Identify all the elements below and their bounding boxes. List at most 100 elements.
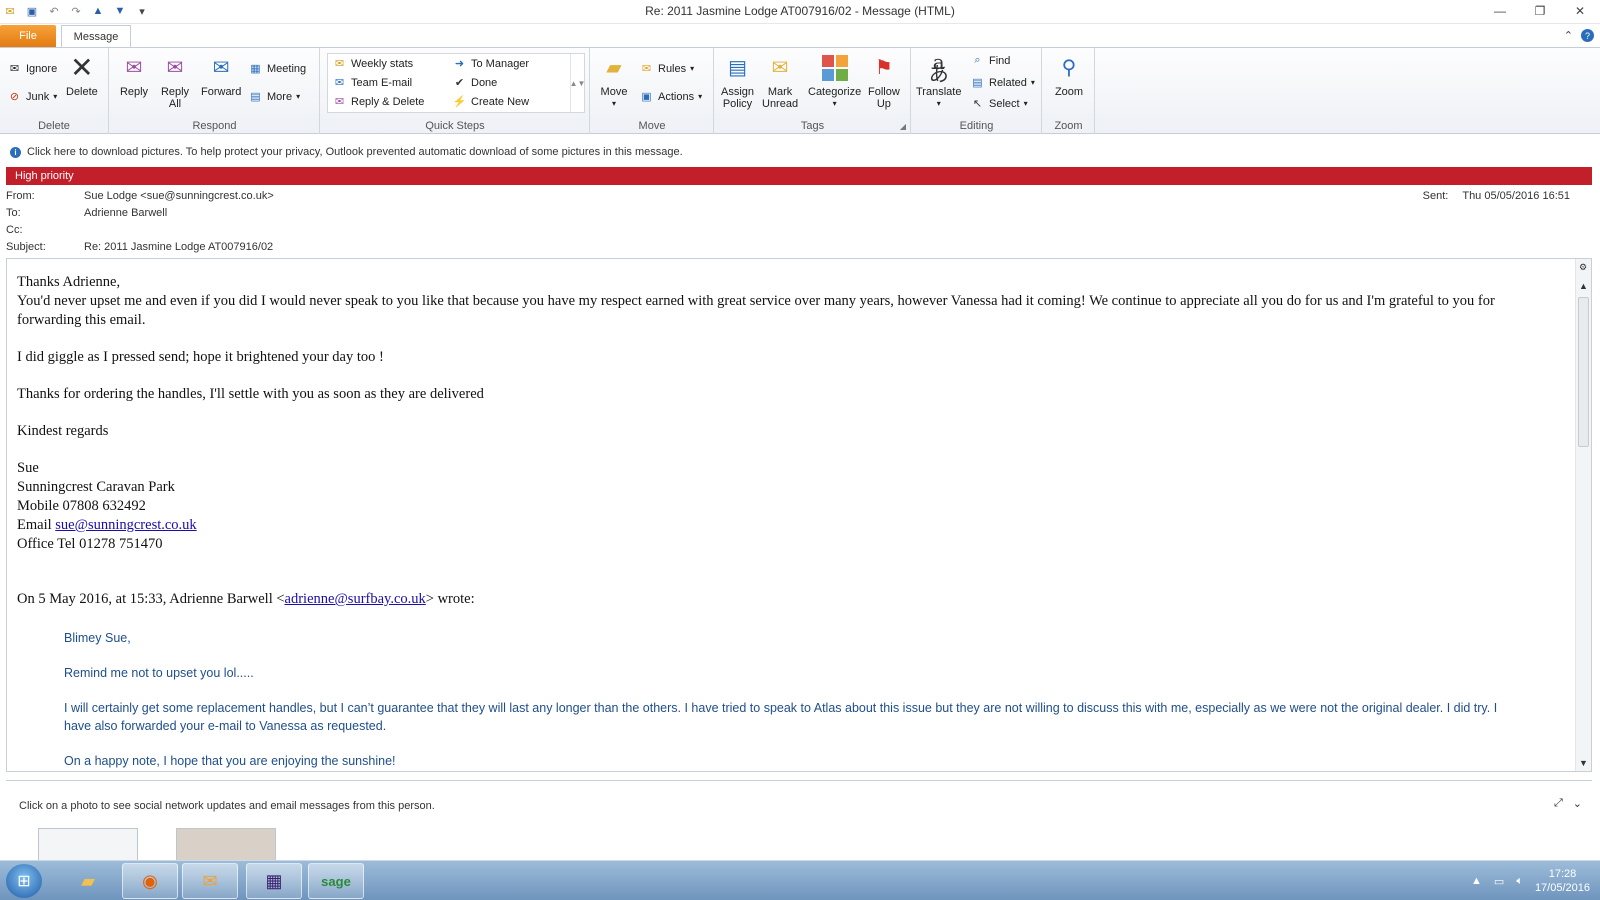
signature-email-link[interactable]: sue@sunningcrest.co.uk bbox=[55, 517, 196, 533]
actions-label: Actions bbox=[658, 90, 695, 103]
body-scrollbar[interactable]: ⚙ ▲ ▼ bbox=[1575, 259, 1591, 771]
mark-unread-button[interactable]: ✉ Mark Unread bbox=[762, 53, 798, 110]
cc-label: Cc: bbox=[6, 223, 23, 236]
scroll-thumb[interactable] bbox=[1578, 297, 1589, 447]
delete-group-label: Delete bbox=[38, 120, 70, 132]
forward-button[interactable]: ✉ Forward bbox=[201, 53, 241, 98]
minimize-ribbon-icon[interactable]: ⌃ bbox=[1564, 29, 1573, 42]
expand-icon[interactable]: ⤢ bbox=[1554, 797, 1563, 810]
quickstep-label: Team E-mail bbox=[351, 76, 413, 89]
quickstep-done[interactable]: ✔ Done bbox=[452, 75, 497, 90]
actions-button[interactable]: ▣ Actions ▾ bbox=[639, 89, 702, 104]
related-button[interactable]: ▤ Related ▾ bbox=[970, 75, 1035, 90]
quote-email-link[interactable]: adrienne@surfbay.co.uk bbox=[285, 591, 426, 607]
tags-group: ▤ Assign Policy ✉ Mark Unread Categorize… bbox=[715, 48, 911, 134]
taskbar-explorer[interactable]: ▰ bbox=[60, 863, 116, 899]
quickstep-label: To Manager bbox=[471, 57, 530, 70]
junk-icon: ⊘ bbox=[9, 91, 20, 103]
message-body[interactable]: Thanks Adrienne, You'd never upset me an… bbox=[6, 258, 1592, 772]
sender[interactable]: Sue Lodge <sue@sunningcrest.co.uk> bbox=[84, 190, 274, 202]
dialog-launcher-icon[interactable]: ◢ bbox=[900, 122, 906, 131]
quickstep-to-manager[interactable]: ➜ To Manager bbox=[452, 56, 529, 71]
lightning-icon: ⚡ bbox=[452, 96, 467, 108]
meeting-button[interactable]: ▦ Meeting bbox=[248, 61, 306, 76]
reply-button[interactable]: ✉ Reply bbox=[119, 53, 149, 98]
forward-icon: ✉ bbox=[212, 57, 230, 79]
collapse-icon[interactable]: ⌄ bbox=[1573, 797, 1582, 810]
people-pane-controls: ⤢ ⌄ bbox=[1554, 797, 1582, 810]
quote-intro: On 5 May 2016, at 15:33, Adrienne Barwel… bbox=[17, 590, 1557, 609]
editing-group-label: Editing bbox=[959, 120, 994, 132]
show-hidden-icons-icon[interactable]: ▲ bbox=[1471, 875, 1482, 887]
from-label: From: bbox=[6, 189, 35, 202]
recipient[interactable]: Adrienne Barwell bbox=[84, 207, 167, 219]
reply-all-icon: ✉ bbox=[166, 57, 184, 79]
follow-up-label-2: Up bbox=[876, 98, 891, 110]
delete-x-icon: ✕ bbox=[70, 52, 94, 83]
ignore-label: Ignore bbox=[26, 62, 58, 75]
junk-button[interactable]: ⊘ Junk ▾ bbox=[7, 89, 57, 104]
translate-label: Translate bbox=[916, 86, 962, 98]
move-group-label: Move bbox=[638, 120, 666, 132]
outlook-message-window: ✉ ▣ ↶ ↷ ▲ ▼ ▾ Re: 2011 Jasmine Lodge AT0… bbox=[0, 0, 1600, 900]
reply-all-button[interactable]: ✉ Reply All bbox=[160, 53, 190, 110]
download-pictures-infobar[interactable]: i Click here to download pictures. To he… bbox=[0, 143, 1600, 161]
scroll-up-icon[interactable]: ▲ bbox=[1579, 281, 1588, 291]
related-icon: ▤ bbox=[972, 77, 983, 89]
find-button[interactable]: ⌕ Find bbox=[970, 53, 1010, 68]
tab-message[interactable]: Message bbox=[61, 25, 131, 48]
taskbar-firefox[interactable]: ◉ bbox=[122, 863, 178, 899]
quickstep-icon: ✉ bbox=[334, 96, 345, 108]
signature-mobile: Mobile 07808 632492 bbox=[17, 498, 146, 514]
help-icon[interactable]: ? bbox=[1581, 29, 1594, 42]
close-button[interactable]: ✕ bbox=[1560, 0, 1600, 22]
quoted-message: Blimey Sue, Remind me not to upset you l… bbox=[64, 629, 1514, 770]
scroll-down-icon[interactable]: ▼ bbox=[1579, 758, 1588, 768]
related-label: Related bbox=[989, 76, 1027, 89]
move-button[interactable]: ▰ Move ▾ bbox=[599, 53, 629, 110]
flag-icon: ⚑ bbox=[874, 57, 893, 79]
quickstep-create-new[interactable]: ⚡ Create New bbox=[452, 94, 529, 109]
gallery-scroll[interactable]: ▲▼ bbox=[570, 54, 585, 112]
quickstep-icon: ✉ bbox=[334, 77, 345, 89]
forward-label: Forward bbox=[201, 86, 242, 98]
quickstep-weekly-stats[interactable]: ✉ Weekly stats bbox=[332, 56, 413, 71]
clock[interactable]: 17:28 17/05/2016 bbox=[1535, 867, 1590, 895]
meeting-label: Meeting bbox=[267, 62, 307, 75]
sent-label: Sent: bbox=[1422, 189, 1449, 202]
person-photo-placeholder[interactable] bbox=[38, 828, 138, 862]
volume-icon[interactable]: 🔈︎ bbox=[1516, 875, 1523, 888]
taskbar-sage[interactable]: sage bbox=[308, 863, 364, 899]
delete-button[interactable]: ✕ Delete bbox=[66, 52, 98, 99]
select-button[interactable]: ↖ Select ▾ bbox=[970, 96, 1028, 111]
person-photo[interactable] bbox=[176, 828, 276, 862]
window-controls: — ❐ ✕ bbox=[1480, 0, 1600, 22]
tab-file[interactable]: File bbox=[0, 25, 56, 47]
priority-text: High priority bbox=[15, 170, 74, 182]
quickstep-team-email[interactable]: ✉ Team E-mail bbox=[332, 75, 412, 90]
actions-icon: ▣ bbox=[641, 91, 652, 103]
start-button[interactable]: ⊞ bbox=[6, 864, 42, 898]
find-label: Find bbox=[989, 54, 1011, 67]
ribbon-tabs: File Message ⌃ ? bbox=[0, 24, 1600, 48]
follow-up-button[interactable]: ⚑ Follow Up bbox=[868, 53, 900, 110]
quickstep-reply-delete[interactable]: ✉ Reply & Delete bbox=[332, 94, 424, 109]
body-paragraph: I did giggle as I pressed send; hope it … bbox=[17, 349, 384, 365]
signature-name: Sue bbox=[17, 460, 39, 476]
outlook-icon: ✉ bbox=[202, 870, 218, 891]
rules-button[interactable]: ✉ Rules ▾ bbox=[639, 61, 694, 76]
assign-policy-button[interactable]: ▤ Assign Policy bbox=[721, 53, 754, 110]
zoom-button[interactable]: ⚲ Zoom bbox=[1054, 53, 1084, 98]
translate-button[interactable]: aあ Translate ▾ bbox=[916, 52, 962, 110]
taskbar-outlook[interactable]: ✉ bbox=[182, 863, 238, 899]
delete-label: Delete bbox=[66, 86, 98, 98]
signature-email-line: Email sue@sunningcrest.co.uk bbox=[17, 516, 1557, 535]
taskbar-calendar-app[interactable]: ▦ bbox=[246, 863, 302, 899]
minimize-button[interactable]: — bbox=[1480, 0, 1520, 22]
quoted-line: On a happy note, I hope that you are enj… bbox=[64, 754, 396, 768]
ignore-button[interactable]: ✉ Ignore bbox=[7, 61, 57, 76]
network-icon[interactable]: ▭ bbox=[1494, 875, 1504, 888]
restore-button[interactable]: ❐ bbox=[1520, 0, 1560, 22]
more-button[interactable]: ▤ More ▾ bbox=[248, 89, 300, 104]
categorize-button[interactable]: Categorize ▾ bbox=[808, 53, 861, 110]
